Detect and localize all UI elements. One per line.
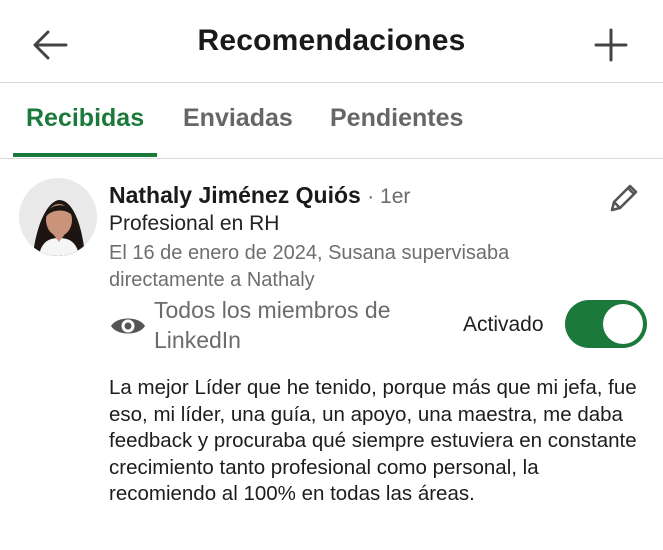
recommendation-text: La mejor Líder que he tenido, porque más… [109,376,637,505]
visibility-setting: Todos los miembros de LinkedIn [154,297,391,353]
eye-icon [109,310,147,342]
tab-bar: Recibidas Enviadas Pendientes [0,82,663,159]
pencil-icon [610,184,638,212]
page-title: Recomendaciones [197,24,466,57]
toggle-label: Activado [463,313,544,336]
relationship-meta: El 16 de enero de 2024, Susana supervisa… [109,242,510,291]
tab-recibidas[interactable]: Recibidas [26,104,144,133]
visibility-toggle[interactable] [565,300,647,348]
recommender-name-line: Nathaly Jiménez Quiós · 1er [109,182,410,209]
toggle-knob [603,304,643,344]
tab-enviadas[interactable]: Enviadas [183,104,293,133]
recommender-name[interactable]: Nathaly Jiménez Quiós [109,182,361,208]
avatar[interactable] [19,178,97,256]
plus-icon [594,28,628,62]
connection-degree: · 1er [367,185,411,208]
top-bar: Recomendaciones [0,0,663,83]
recommender-headline: Profesional en RH [109,212,280,235]
tab-pendientes[interactable]: Pendientes [330,104,463,133]
active-tab-indicator [13,153,157,157]
add-button[interactable] [588,22,634,68]
edit-button[interactable] [604,180,642,218]
